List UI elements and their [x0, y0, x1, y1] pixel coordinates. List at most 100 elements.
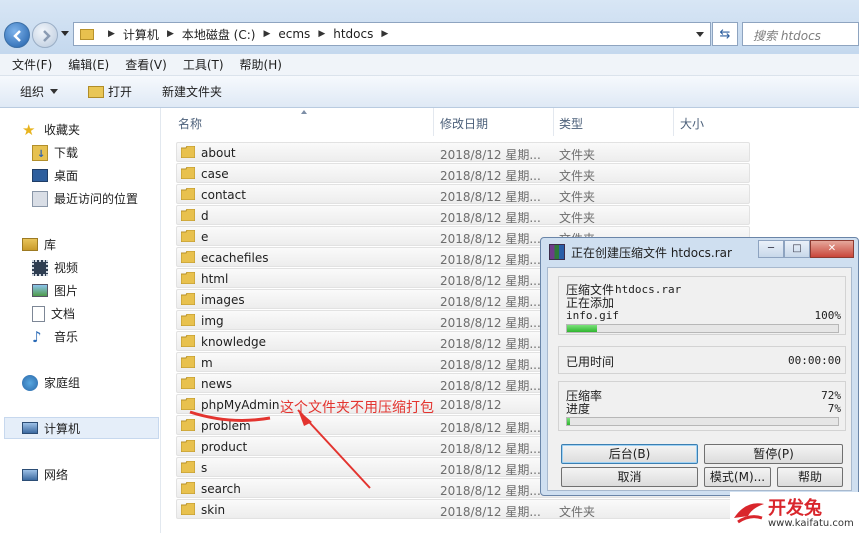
organize-button[interactable]: 组织 — [20, 83, 59, 100]
breadcrumb-local-disk[interactable]: 本地磁盘 (C:) — [182, 26, 256, 43]
address-history-dropdown[interactable] — [696, 32, 704, 37]
elapsed-label: 已用时间 — [566, 355, 615, 369]
folder-icon — [180, 439, 196, 453]
nav-network[interactable]: 网络 — [22, 466, 68, 483]
file-type: 文件夹 — [559, 190, 596, 204]
menu-file[interactable]: 文件(F) — [12, 56, 52, 73]
maximize-button[interactable]: □ — [784, 240, 810, 258]
sort-ascending-icon — [301, 110, 307, 114]
nav-downloads[interactable]: ↓ 下载 — [32, 144, 78, 161]
nav-recent[interactable]: 最近访问的位置 — [32, 190, 138, 207]
menu-view[interactable]: 查看(V) — [125, 56, 167, 73]
nav-libraries[interactable]: 库 — [22, 236, 56, 253]
nav-favorites-label: 收藏夹 — [44, 123, 81, 137]
mode-button[interactable]: 模式(M)... — [704, 467, 771, 487]
open-folder-icon — [88, 85, 105, 98]
background-button[interactable]: 后台(B) — [561, 444, 698, 464]
file-date: 2018/8/12 星期... — [440, 232, 541, 246]
file-date: 2018/8/12 星期... — [440, 274, 541, 288]
nav-documents[interactable]: 文档 — [32, 305, 75, 322]
recent-pages-dropdown[interactable] — [61, 31, 69, 36]
nav-desktop[interactable]: 桌面 — [32, 167, 78, 184]
menu-tools[interactable]: 工具(T) — [183, 56, 224, 73]
cancel-button[interactable]: 取消 — [561, 467, 698, 487]
column-type[interactable]: 类型 — [559, 115, 583, 132]
folder-icon — [180, 271, 196, 285]
nav-computer-label: 计算机 — [44, 421, 81, 436]
column-name[interactable]: 名称 — [178, 115, 202, 132]
menu-edit[interactable]: 编辑(E) — [68, 56, 109, 73]
file-row[interactable]: contact 2018/8/12 星期... 文件夹 — [176, 184, 750, 204]
file-name: d — [201, 209, 209, 223]
breadcrumb-computer[interactable]: 计算机 — [123, 26, 159, 43]
breadcrumb-htdocs[interactable]: htdocs — [333, 27, 373, 41]
folder-icon — [180, 481, 196, 495]
file-name: about — [201, 146, 236, 160]
folder-icon — [180, 187, 196, 201]
chevron-right-icon: ▶ — [108, 29, 115, 39]
nav-homegroup-label: 家庭组 — [44, 376, 81, 390]
file-date: 2018/8/12 星期... — [440, 463, 541, 477]
nav-desktop-label: 桌面 — [54, 169, 79, 183]
forward-button[interactable] — [32, 22, 58, 48]
folder-icon — [80, 28, 94, 40]
breadcrumb-ecms[interactable]: ecms — [278, 27, 310, 41]
watermark: 开发兔 www.kaifatu.com — [730, 492, 859, 533]
rabbit-logo-icon — [734, 503, 764, 524]
folder-icon — [180, 355, 196, 369]
minimize-button[interactable]: ─ — [758, 240, 784, 258]
chevron-right-icon: ▶ — [318, 29, 326, 39]
open-button[interactable]: 打开 — [88, 83, 132, 100]
file-name: product — [201, 440, 248, 454]
refresh-button[interactable]: ⇆ — [712, 22, 738, 46]
file-name: problem — [201, 419, 251, 433]
chevron-right-icon: ▶ — [381, 29, 389, 39]
menu-help[interactable]: 帮助(H) — [240, 56, 282, 73]
pause-button[interactable]: 暂停(P) — [704, 444, 843, 464]
nav-computer[interactable]: 计算机 — [4, 417, 159, 439]
search-input[interactable]: 搜索 htdocs — [742, 22, 859, 46]
library-icon — [22, 238, 38, 251]
column-size[interactable]: 大小 — [680, 115, 704, 132]
file-name: search — [201, 482, 241, 496]
dialog-title: 正在创建压缩文件 htdocs.rar — [571, 245, 732, 260]
file-type: 文件夹 — [559, 211, 596, 225]
help-button[interactable]: 帮助 — [777, 467, 843, 487]
folder-icon — [180, 418, 196, 432]
computer-icon — [22, 422, 38, 434]
network-icon — [22, 468, 38, 481]
file-name: img — [201, 314, 224, 328]
folder-icon — [180, 166, 196, 180]
back-button[interactable] — [4, 22, 30, 48]
new-folder-button[interactable]: 新建文件夹 — [162, 83, 222, 100]
file-date: 2018/8/12 星期... — [440, 337, 541, 351]
file-row[interactable]: case 2018/8/12 星期... 文件夹 — [176, 163, 750, 183]
address-field[interactable]: ▶ 计算机 ▶ 本地磁盘 (C:) ▶ ecms ▶ htdocs ▶ — [73, 22, 711, 46]
menu-bar: 文件(F) 编辑(E) 查看(V) 工具(T) 帮助(H) — [0, 54, 859, 76]
file-row[interactable]: d 2018/8/12 星期... 文件夹 — [176, 205, 750, 225]
document-icon — [32, 305, 45, 322]
nav-pictures[interactable]: 图片 — [32, 282, 78, 299]
annotation-text: 这个文件夹不用压缩打包 — [280, 400, 434, 416]
dialog-titlebar[interactable]: 正在创建压缩文件 htdocs.rar ─ □ ✕ — [541, 238, 858, 266]
file-name: s — [201, 461, 208, 475]
folder-icon — [180, 229, 196, 243]
nav-favorites[interactable]: ★ 收藏夹 — [22, 121, 80, 138]
music-note-icon: ♪ — [32, 327, 42, 346]
file-name: ecachefiles — [201, 251, 269, 265]
file-name: knowledge — [201, 335, 267, 349]
file-row[interactable]: skin 2018/8/12 星期... 文件夹 — [176, 499, 750, 519]
close-icon: ✕ — [827, 243, 837, 254]
folder-icon — [180, 313, 196, 327]
close-button[interactable]: ✕ — [810, 240, 854, 258]
nav-homegroup[interactable]: 家庭组 — [22, 374, 80, 391]
file-date: 2018/8/12 星期... — [440, 316, 541, 330]
file-progress-fill — [567, 325, 597, 332]
file-row[interactable]: about 2018/8/12 星期... 文件夹 — [176, 142, 750, 162]
nav-videos[interactable]: 视频 — [32, 259, 78, 276]
column-date[interactable]: 修改日期 — [440, 115, 488, 132]
refresh-icon: ⇆ — [719, 26, 731, 42]
nav-documents-label: 文档 — [51, 307, 76, 321]
nav-music[interactable]: ♪ 音乐 — [32, 328, 78, 345]
file-date: 2018/8/12 星期... — [440, 295, 541, 309]
